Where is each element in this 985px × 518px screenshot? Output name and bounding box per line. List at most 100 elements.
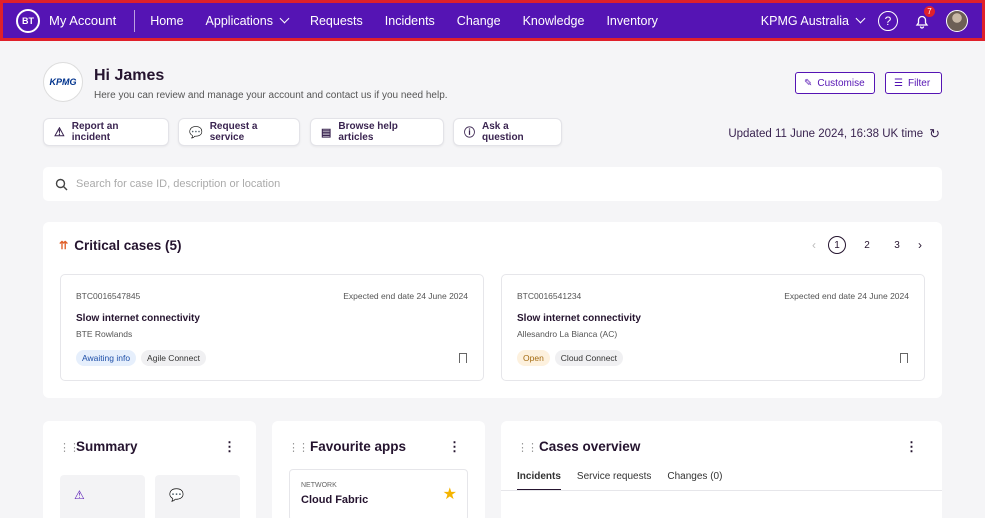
request-service-button[interactable]: 💬 Request a service	[178, 118, 300, 146]
case-id: BTC0016541234	[517, 291, 582, 301]
nav-change[interactable]: Change	[457, 14, 501, 28]
nav-applications[interactable]: Applications	[205, 13, 290, 28]
nav-knowledge[interactable]: Knowledge	[523, 14, 585, 28]
star-icon[interactable]: ★	[443, 484, 457, 504]
filter-label: Filter	[907, 77, 931, 89]
more-options-icon[interactable]: ⋮	[905, 439, 918, 455]
case-title: Slow internet connectivity	[517, 313, 641, 324]
last-updated-text: Updated 11 June 2024, 16:38 UK time	[728, 128, 924, 140]
case-owner: BTE Rowlands	[76, 329, 133, 339]
nav-inventory[interactable]: Inventory	[606, 14, 657, 28]
summary-tile-incidents[interactable]: ⚠	[60, 475, 145, 518]
page-2-button[interactable]: 2	[858, 236, 876, 254]
org-name: KPMG Australia	[760, 13, 849, 28]
page-1-button[interactable]: 1	[828, 236, 846, 254]
case-card[interactable]: BTC0016547845 Expected end date 24 June …	[60, 274, 484, 381]
cases-overview-card: ⋮⋮ Cases overview ⋮ Incidents Service re…	[501, 421, 942, 518]
case-end-date: Expected end date 24 June 2024	[343, 291, 468, 301]
ask-question-button[interactable]: ⓘ Ask a question	[453, 118, 562, 146]
drag-handle-icon[interactable]: ⋮⋮	[288, 441, 309, 454]
tabs-divider	[501, 490, 942, 491]
sliders-icon: ☰	[894, 77, 903, 89]
case-id: BTC0016547845	[76, 291, 141, 301]
warning-icon: ⚠	[54, 125, 65, 139]
nav-requests-label: Requests	[309, 13, 363, 28]
avatar[interactable]	[946, 9, 968, 32]
nav-home-label: Home	[150, 13, 184, 28]
page-3-button[interactable]: 3	[888, 236, 906, 254]
favourite-apps-title: Favourite apps	[310, 439, 407, 454]
report-incident-button[interactable]: ⚠ Report an incident	[43, 118, 169, 146]
last-updated: Updated 11 June 2024, 16:38 UK time ↻	[728, 126, 940, 142]
nav-applications-label: Applications	[205, 13, 273, 28]
greeting-title: Hi James	[94, 67, 165, 84]
nav-right-group: KPMG Australia ? 7	[760, 5, 968, 32]
top-navigation-bar: BT My Account Home Applications Requests…	[0, 0, 985, 41]
product-badge: Agile Connect	[141, 350, 206, 366]
browse-help-label: Browse help articles	[338, 121, 398, 143]
chevron-left-icon[interactable]: ‹	[812, 238, 816, 252]
bookmark-icon[interactable]	[459, 353, 467, 363]
search-input[interactable]	[76, 178, 876, 190]
question-icon: ⓘ	[464, 127, 475, 139]
search-bar	[43, 167, 942, 201]
pagination: ‹ 1 2 3 ›	[812, 236, 922, 254]
warning-icon: ⚠	[74, 488, 85, 502]
nav-incidents-label: Incidents	[384, 13, 435, 28]
chat-icon: 💬	[169, 488, 184, 502]
tab-changes[interactable]: Changes (0)	[667, 471, 722, 491]
summary-tile-requests[interactable]: 💬	[155, 475, 240, 518]
notification-badge: 7	[924, 5, 935, 17]
request-service-label: Request a service	[209, 121, 258, 143]
notifications-button[interactable]: 7	[912, 5, 935, 31]
pencil-icon: ✎	[804, 77, 813, 89]
tab-incidents[interactable]: Incidents	[517, 471, 561, 491]
more-options-icon[interactable]: ⋮	[223, 439, 236, 455]
nav-incidents[interactable]: Incidents	[385, 14, 435, 28]
case-card[interactable]: BTC0016541234 Expected end date 24 June …	[501, 274, 925, 381]
browse-help-button[interactable]: ▤ Browse help articles	[310, 118, 444, 146]
cases-overview-title: Cases overview	[539, 439, 641, 454]
case-owner: Allesandro La Bianca (AC)	[517, 329, 618, 339]
document-icon: ▤	[321, 126, 332, 139]
chat-icon: 💬	[189, 126, 203, 139]
product-badge: Cloud Connect	[554, 350, 624, 366]
greeting-subtitle: Here you can review and manage your acco…	[94, 90, 448, 101]
app-category: NETWORK	[301, 482, 337, 489]
filter-button[interactable]: ☰ Filter	[885, 72, 942, 94]
my-account-link[interactable]: My Account	[49, 13, 116, 28]
favourite-app-item[interactable]: NETWORK Cloud Fabric ★	[289, 469, 468, 518]
nav-requests[interactable]: Requests	[310, 14, 363, 28]
drag-handle-icon[interactable]: ⋮⋮	[517, 441, 538, 454]
case-end-date: Expected end date 24 June 2024	[784, 291, 909, 301]
chevron-down-icon	[855, 13, 866, 24]
nav-home[interactable]: Home	[150, 14, 183, 28]
critical-cases-panel: ⇈ Critical cases (5) ‹ 1 2 3 › BTC001654…	[43, 222, 942, 398]
more-options-icon[interactable]: ⋮	[448, 439, 461, 455]
customise-label: Customise	[817, 77, 865, 89]
customise-button[interactable]: ✎ Customise	[795, 72, 875, 94]
refresh-icon[interactable]: ↻	[929, 126, 940, 142]
org-selector[interactable]: KPMG Australia	[760, 13, 866, 28]
case-tags: Open Cloud Connect	[517, 350, 624, 366]
help-icon[interactable]: ?	[878, 10, 898, 31]
app-name: Cloud Fabric	[301, 494, 369, 506]
nav-knowledge-label: Knowledge	[522, 13, 585, 28]
company-logo: KPMG	[43, 62, 83, 102]
nav-divider	[134, 9, 136, 32]
status-badge: Open	[517, 350, 550, 366]
chevron-down-icon	[279, 13, 290, 24]
chevron-right-icon[interactable]: ›	[918, 238, 922, 252]
tab-service-requests[interactable]: Service requests	[577, 471, 651, 491]
cases-overview-tabs: Incidents Service requests Changes (0)	[517, 471, 722, 491]
nav-inventory-label: Inventory	[606, 13, 658, 28]
bookmark-icon[interactable]	[900, 353, 908, 363]
status-badge: Awaiting info	[76, 350, 137, 366]
critical-cases-title: Critical cases (5)	[74, 238, 182, 253]
case-tags: Awaiting info Agile Connect	[76, 350, 206, 366]
summary-card: ⋮⋮ Summary ⋮ ⚠ 💬	[43, 421, 256, 518]
summary-title: Summary	[76, 439, 138, 454]
report-incident-label: Report an incident	[71, 121, 119, 143]
bt-logo[interactable]: BT	[16, 8, 40, 33]
nav-change-label: Change	[456, 13, 501, 28]
